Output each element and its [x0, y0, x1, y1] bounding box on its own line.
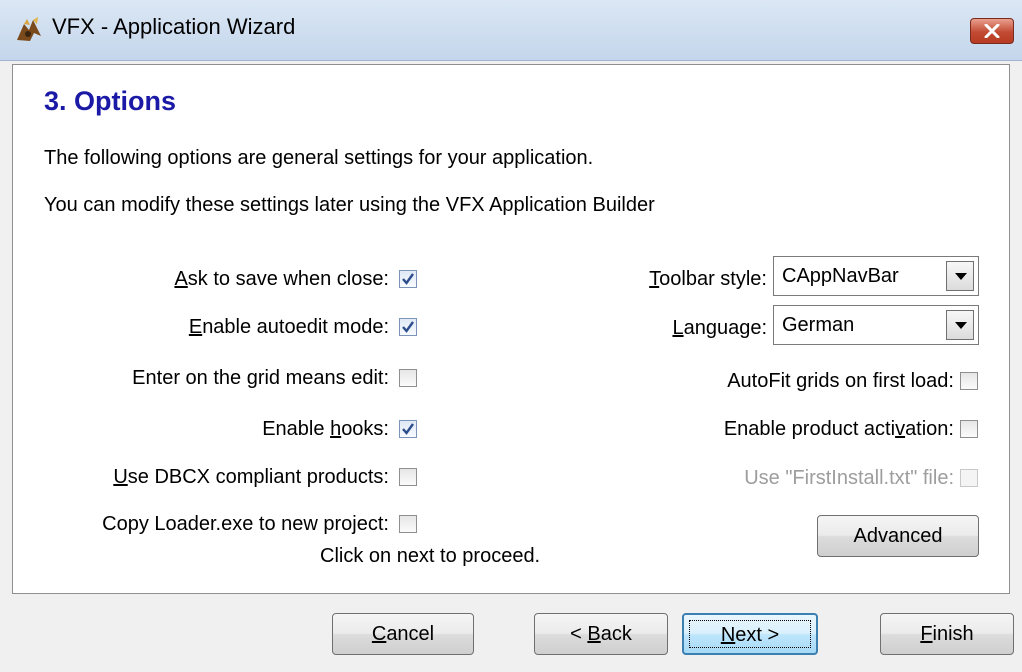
enable-hooks-checkbox[interactable]: [399, 420, 417, 438]
close-button[interactable]: [970, 18, 1014, 44]
title-bar[interactable]: VFX - Application Wizard: [0, 0, 1022, 61]
toolbar-style-value: CAppNavBar: [782, 265, 899, 287]
chevron-down-icon: [955, 273, 967, 280]
description-line-2: You can modify these settings later usin…: [44, 194, 655, 216]
copy-loader-label: Copy Loader.exe to new project:: [102, 513, 389, 535]
next-button[interactable]: Next >: [682, 613, 818, 655]
enable-autoedit-label: Enable autoedit mode:: [188, 316, 389, 338]
back-button[interactable]: < Back: [534, 613, 668, 655]
wizard-window: VFX - Application Wizard 3. Options The …: [0, 0, 1022, 672]
toolbar-style-select[interactable]: CAppNavBar: [773, 256, 979, 296]
page-title: 3. Options: [44, 86, 177, 116]
toolbar-style-dropdown-button[interactable]: [946, 261, 974, 291]
checkmark-icon: [402, 273, 414, 285]
close-x-icon: [984, 24, 1000, 38]
checkmark-icon: [402, 321, 414, 333]
enable-autoedit-checkbox[interactable]: [399, 318, 417, 336]
vfx-app-icon: [17, 17, 41, 41]
product-activation-checkbox[interactable]: [960, 420, 978, 438]
window-title: VFX - Application Wizard: [52, 14, 296, 39]
checkmark-icon: [402, 423, 414, 435]
ask-to-save-label: Ask to save when close:: [174, 268, 389, 290]
autofit-grids-label: AutoFit grids on first load:: [727, 370, 954, 392]
dbcx-compliant-checkbox[interactable]: [399, 468, 417, 486]
description-line-1: The following options are general settin…: [44, 147, 594, 169]
chevron-down-icon: [955, 322, 967, 329]
ask-to-save-checkbox[interactable]: [399, 270, 417, 288]
language-dropdown-button[interactable]: [946, 310, 974, 340]
language-value: German: [782, 314, 855, 336]
advanced-button[interactable]: Advanced: [817, 515, 979, 557]
finish-button[interactable]: Finish: [880, 613, 1014, 655]
proceed-hint: Click on next to proceed.: [320, 545, 541, 567]
enter-grid-edit-checkbox[interactable]: [399, 369, 417, 387]
firstinstall-file-checkbox: [960, 469, 978, 487]
dbcx-compliant-label: Use DBCX compliant products:: [113, 466, 389, 488]
cancel-button[interactable]: Cancel: [332, 613, 474, 655]
language-label: Language:: [672, 317, 767, 339]
focus-rectangle: [689, 620, 811, 648]
firstinstall-file-label: Use "FirstInstall.txt" file:: [744, 467, 954, 489]
enter-grid-edit-label: Enter on the grid means edit:: [132, 367, 389, 389]
language-select[interactable]: German: [773, 305, 979, 345]
enable-hooks-label: Enable hooks:: [262, 418, 389, 440]
autofit-grids-checkbox[interactable]: [960, 372, 978, 390]
copy-loader-checkbox[interactable]: [399, 515, 417, 533]
product-activation-label: Enable product activation:: [723, 418, 954, 440]
toolbar-style-label: Toolbar style:: [649, 268, 767, 290]
